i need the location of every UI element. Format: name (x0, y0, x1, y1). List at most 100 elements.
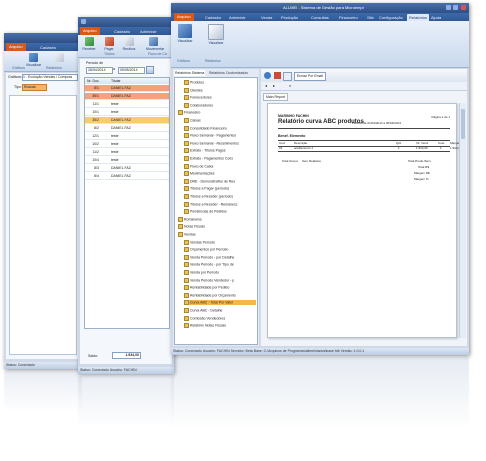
status-bar: Status: Conectado (4, 362, 82, 369)
table-row[interactable]: 12/1 teste (85, 133, 169, 140)
tipo-select[interactable]: Roscas (22, 84, 47, 91)
minimize-button[interactable] (81, 19, 86, 24)
tree-item[interactable]: Colaboradores (184, 102, 213, 108)
table-row[interactable]: 10/1 teste (85, 109, 169, 116)
tree-item[interactable]: Rentabilidade por Orçamento (184, 292, 236, 298)
tree-item[interactable]: Fluxo de Caixa (184, 163, 213, 169)
table-row[interactable]: 35/2 DANIEL FAZ (85, 117, 169, 124)
tree-item[interactable]: Títulos a Receber (período) (184, 194, 233, 199)
tree-item[interactable]: Vendas (178, 232, 196, 237)
table-row[interactable]: 11/2 teste (85, 149, 169, 156)
main-report-tab[interactable]: Main Report (263, 93, 289, 101)
tab-cadastro[interactable]: Cadastro (205, 14, 221, 21)
date-to-input[interactable]: 05/05/2014 (118, 67, 145, 74)
tree-item[interactable]: DRE - Demonstrativo de Res (184, 178, 235, 184)
tree-item[interactable]: Romaneios (178, 216, 202, 222)
table-row[interactable]: 10/4 teste (85, 157, 169, 164)
search-button[interactable] (146, 66, 154, 74)
vertical-scrollbar[interactable] (459, 103, 466, 338)
movimentar-button[interactable]: Movimentar (146, 37, 164, 51)
cell-nr-doc: 10/1 (92, 110, 99, 114)
report-button[interactable] (52, 53, 66, 63)
tree-item[interactable]: Títulos a Receber - Remanesc (184, 201, 237, 207)
next-page-icon[interactable]: ▸ (273, 83, 275, 88)
visualizar-button[interactable]: Visualizar (26, 53, 41, 67)
tab-arquivo[interactable]: Arquivo (6, 43, 26, 51)
tab-financeiro[interactable]: Financeiro (339, 14, 358, 21)
recibos-button[interactable]: Recibos (122, 37, 136, 51)
col-nr-doc[interactable]: Nr. Doc. (87, 78, 100, 84)
group-total-label: Total Grupo: (282, 159, 299, 163)
tree-item[interactable]: Venda Período - por Detalhe (184, 254, 234, 260)
back-button[interactable] (264, 72, 271, 79)
tree-item[interactable]: Pendências de Pedidos (184, 209, 227, 215)
table-row[interactable]: 8/4 DANIEL FAZ (85, 173, 169, 180)
tree-item[interactable]: Fluxo Semanal - Recebimentos (184, 140, 239, 146)
tree-item[interactable]: Financeiro (178, 110, 200, 116)
tree-item[interactable]: Caixas (184, 118, 201, 123)
tab-site[interactable]: Site (367, 14, 374, 21)
tab-cadastro[interactable]: Cadastro (40, 44, 56, 51)
tab-relatorios-customizados[interactable]: Relatórios Customizados (209, 70, 248, 76)
tab-configuracao[interactable]: Configuração (379, 14, 403, 21)
tab-ajuda[interactable]: Ajuda (431, 14, 441, 21)
pagar-button[interactable]: Pagar (102, 37, 116, 51)
group-fluxo-caixa: Fluxo de Ca (148, 52, 167, 56)
tab-producao[interactable]: Produção (281, 14, 298, 21)
tree-item[interactable]: Orçamentos por Período (184, 247, 228, 253)
zoom-icon[interactable]: ⌕ (289, 83, 291, 88)
tree-item[interactable]: Relatório Notas Fiscais (184, 323, 226, 329)
tree-item[interactable]: Fluxo Semanal - Pagamentos (184, 133, 236, 139)
print-button[interactable] (274, 72, 281, 79)
tree-item[interactable]: Curva ABC - Total Por Valor (184, 300, 256, 306)
scroll-thumb[interactable] (461, 109, 465, 139)
tab-consultas[interactable]: Consultas (311, 14, 329, 21)
close-button[interactable] (461, 5, 466, 10)
tree-item[interactable]: Venda Período - por Tipo de (184, 262, 234, 268)
tree-item[interactable]: Clientes (184, 87, 203, 93)
tree-item[interactable]: Vendas Período (184, 239, 215, 245)
tab-arquivo[interactable]: Arquivo (80, 27, 100, 35)
tree-item[interactable]: Notas Fiscais (178, 224, 205, 230)
report-item-icon (184, 87, 189, 93)
visualizar-relatorios-button[interactable]: Visualizar (207, 24, 225, 45)
tab-arquivo[interactable]: Arquivo (174, 13, 194, 21)
tree-item[interactable]: Produtos (184, 80, 204, 85)
tree-item[interactable]: Extrato - Títulos Pagos (184, 148, 226, 154)
receber-button[interactable]: Receber (82, 37, 96, 51)
first-page-icon[interactable]: ◂ (265, 83, 267, 88)
report-title-line (278, 128, 450, 129)
date-from-input[interactable]: 28/04/2014 (86, 67, 113, 74)
visualizar-graficos-button[interactable]: Visualizar (176, 24, 194, 43)
tree-item[interactable]: Comissão Vendedores (184, 315, 225, 321)
table-row[interactable]: 8/1 DANIEL FAZ (85, 85, 169, 92)
tab-cadastro[interactable]: Cadastro (114, 28, 130, 35)
tab-relatorios-sistema[interactable]: Relatórios Sistema (174, 70, 206, 76)
tree-item[interactable]: Títulos a Pagar (período) (184, 186, 229, 192)
tab-administracao[interactable]: Administr (140, 28, 157, 35)
table-row[interactable]: 11/1 teste (85, 101, 169, 108)
tree-item[interactable]: Movimentações (184, 171, 215, 177)
table-row[interactable]: 8/2 DANIEL FAZ (85, 125, 169, 132)
table-row[interactable]: 35/1 DANIEL FAZ (85, 93, 169, 100)
grafico-select[interactable]: 1 - Evolução Vendas / Compras (22, 74, 78, 81)
visualizar-relatorios-label: Visualizar (208, 41, 224, 45)
ribbon-tabs: Arquivo Cadastro (4, 43, 82, 51)
tab-relatorios[interactable]: Relatórios (407, 14, 430, 21)
col-titular[interactable]: Titular (111, 78, 121, 84)
tree-item[interactable]: Curva ABC - Detalhe (184, 308, 223, 313)
tree-item[interactable]: Rentabilidade por Pedido (184, 285, 229, 291)
tree-item[interactable]: Extrato - Pagamentos Cons (184, 156, 233, 161)
enviar-email-button[interactable]: Enviar Por Email (294, 72, 327, 81)
minimize-button[interactable] (446, 5, 451, 10)
table-row[interactable]: 8/3 DANIEL FAZ (85, 165, 169, 172)
tab-administracao[interactable]: Administr (229, 14, 246, 21)
maximize-button[interactable] (453, 5, 458, 10)
tree-item[interactable]: Fornecedores (184, 95, 212, 101)
tree-item[interactable]: Venda por Período (184, 270, 219, 275)
export-button[interactable] (283, 72, 292, 81)
tree-item[interactable]: Venda Período Vendedor - p (184, 277, 234, 283)
tab-venda[interactable]: Venda (261, 14, 272, 21)
tree-item[interactable]: Consolidado Financeiro (184, 125, 227, 131)
table-row[interactable]: 10/2 teste (85, 141, 169, 148)
